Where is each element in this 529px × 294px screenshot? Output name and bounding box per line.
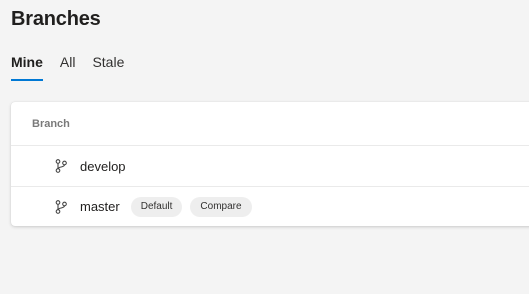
table-row-develop[interactable]: develop (11, 146, 529, 186)
tab-all[interactable]: All (60, 54, 76, 80)
compare-badge[interactable]: Compare (190, 196, 252, 217)
default-badge: Default (130, 196, 183, 217)
branches-page: Branches Mine All Stale Branch develop m… (0, 0, 529, 294)
branches-table: Branch develop master Default Compare (11, 102, 529, 226)
tab-mine[interactable]: Mine (11, 54, 43, 81)
branch-name[interactable]: master (80, 199, 120, 214)
tab-stale[interactable]: Stale (92, 54, 124, 80)
page-title: Branches (11, 8, 101, 30)
table-row-master[interactable]: master Default Compare (11, 186, 529, 226)
branch-name[interactable]: develop (80, 159, 126, 174)
branch-tabs: Mine All Stale (11, 54, 141, 81)
branch-icon (54, 199, 68, 215)
column-header-branch[interactable]: Branch (11, 102, 529, 146)
branch-icon (54, 158, 68, 174)
